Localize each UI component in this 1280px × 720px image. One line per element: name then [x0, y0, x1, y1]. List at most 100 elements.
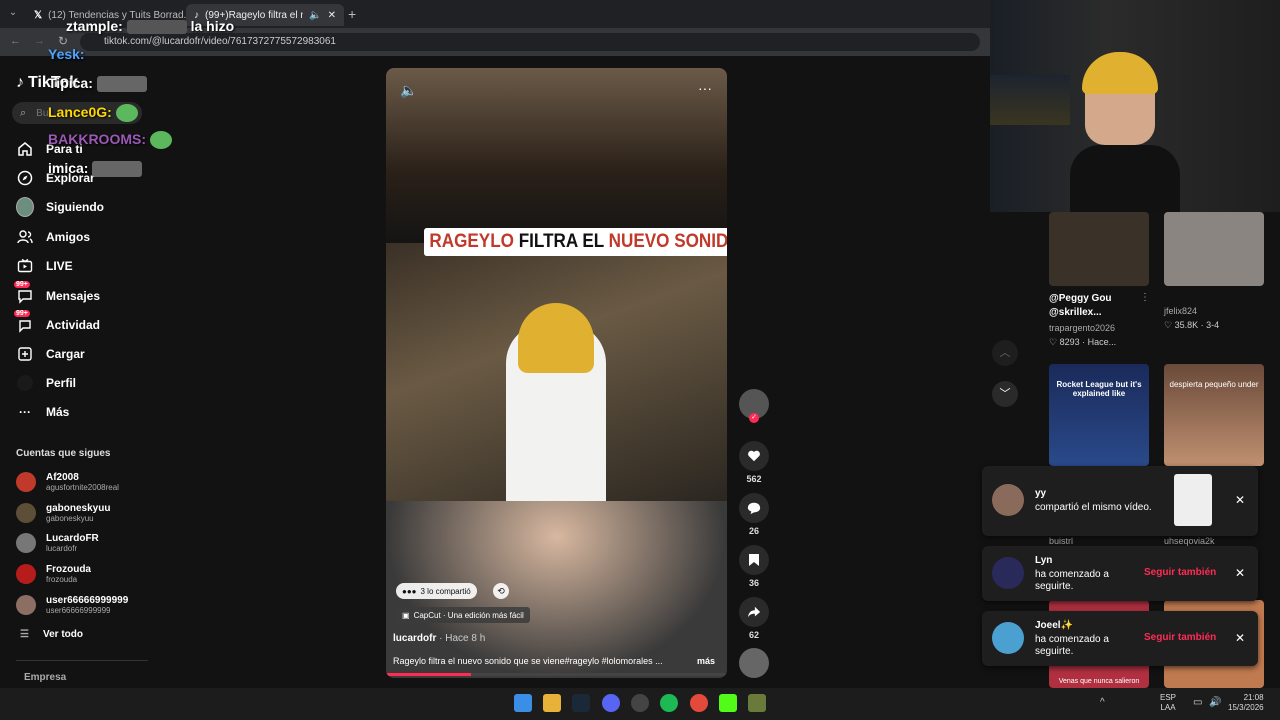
- headline-black: FILTRA EL: [513, 231, 609, 252]
- speaker-icon[interactable]: 🔈: [309, 10, 321, 21]
- close-icon[interactable]: ✕: [1235, 566, 1245, 580]
- nav-item-mensajes[interactable]: 99+ Mensajes: [14, 281, 101, 308]
- save-button[interactable]: 36: [738, 545, 770, 588]
- followed-account[interactable]: Af2008 agusfortnite2008real: [16, 469, 119, 495]
- heart-icon: [739, 441, 769, 471]
- nav-item-cargar[interactable]: Cargar: [16, 342, 85, 366]
- repost-icon[interactable]: ⟲: [493, 583, 509, 599]
- music-disc-icon: [739, 648, 769, 678]
- capcut-badge[interactable]: ▣ CapCut · Una edición más fácil: [396, 607, 530, 623]
- comment-icon: [739, 493, 769, 523]
- related-thumbnail[interactable]: despierta pequeño under: [1164, 364, 1264, 466]
- steam-icon[interactable]: [572, 694, 590, 712]
- url-text: tiktok.com/@lucardofr/video/761737277557…: [104, 36, 336, 47]
- see-all-link[interactable]: ☰ Ver todo: [20, 629, 83, 640]
- notification-badge: 99+: [14, 310, 30, 317]
- forward-arrow-icon[interactable]: →: [34, 35, 45, 47]
- spotify-icon[interactable]: [660, 694, 678, 712]
- tray-chevron-icon[interactable]: ^: [1100, 697, 1105, 708]
- notification-badge: 99+: [14, 281, 30, 288]
- account-handle: user66666999999: [46, 606, 111, 615]
- kick-icon[interactable]: [719, 694, 737, 712]
- share-button[interactable]: 62: [738, 597, 770, 640]
- url-field[interactable]: tiktok.com/@lucardofr/video/761737277557…: [80, 33, 980, 51]
- chat-emote: [149, 131, 172, 150]
- window-view: [990, 75, 1070, 125]
- nav-item-live[interactable]: LIVE: [16, 254, 73, 278]
- scroll-up-button[interactable]: ︿: [992, 340, 1018, 366]
- account-name: Af2008: [46, 472, 79, 483]
- language-indicator[interactable]: ESP LAA: [1160, 693, 1176, 713]
- app-icon[interactable]: [748, 694, 766, 712]
- related-author[interactable]: jfelix824: [1164, 306, 1197, 316]
- divider: [16, 660, 148, 661]
- related-thumbnail[interactable]: [1164, 212, 1264, 286]
- related-author[interactable]: uhseqovia2k: [1164, 536, 1215, 546]
- related-author[interactable]: trapargento2026: [1049, 323, 1115, 333]
- chat-user: Yesk:: [48, 46, 85, 62]
- capcut-icon: ▣: [402, 610, 410, 620]
- clock[interactable]: 21:08 15/3/2026: [1228, 693, 1264, 713]
- nav-item-perfil[interactable]: Perfil: [16, 371, 76, 395]
- save-count: 36: [748, 578, 759, 588]
- headline-red-1: RAGEYLO: [429, 231, 514, 252]
- volume-icon[interactable]: 🔊: [1209, 697, 1221, 708]
- progress-track[interactable]: [386, 673, 727, 676]
- network-icon[interactable]: ▭: [1193, 697, 1202, 708]
- close-icon[interactable]: ✕: [1235, 493, 1245, 507]
- follow-back-button[interactable]: Seguir también: [1144, 567, 1216, 578]
- nav-item-amigos[interactable]: Amigos: [16, 225, 90, 249]
- video-top-area: [386, 68, 727, 243]
- shared-by-badge[interactable]: ●●● 3 lo compartió: [396, 583, 477, 599]
- account-name: user66666999999: [46, 595, 129, 606]
- video-player[interactable]: RAGEYLO FILTRA EL NUEVO SONIDO 🔈 ··· ●●●…: [386, 68, 727, 678]
- video-caption: Rageylo filtra el nuevo sonido que se vi…: [393, 656, 663, 666]
- nav-item-actividad[interactable]: 99+ Actividad: [14, 310, 100, 337]
- lang-code: ESP: [1160, 693, 1177, 702]
- notification-name: Joeel✨: [1035, 620, 1074, 631]
- related-author[interactable]: buistrl: [1049, 536, 1073, 546]
- followed-account[interactable]: user66666999999 user66666999999: [16, 592, 128, 618]
- back-arrow-icon[interactable]: ←: [10, 35, 21, 47]
- related-thumbnail[interactable]: [1049, 212, 1149, 286]
- comment-button[interactable]: 26: [738, 493, 770, 536]
- related-title[interactable]: @Peggy Gou @skrillex...: [1049, 292, 1139, 320]
- sound-disc[interactable]: [738, 648, 770, 678]
- followed-account[interactable]: Frozouda frozouda: [16, 561, 91, 587]
- account-handle: gaboneskyuu: [46, 514, 94, 523]
- live-icon: [16, 257, 34, 275]
- close-icon[interactable]: ✕: [328, 10, 336, 21]
- obs-icon[interactable]: [631, 694, 649, 712]
- following-avatar-icon: [16, 197, 34, 217]
- like-button[interactable]: 562: [738, 441, 770, 484]
- file-explorer-icon[interactable]: [543, 694, 561, 712]
- chat-message: Yesk:: [48, 46, 85, 62]
- creator-avatar[interactable]: ✓: [738, 389, 770, 423]
- discord-icon[interactable]: [602, 694, 620, 712]
- volume-icon[interactable]: 🔈: [400, 82, 417, 99]
- nav-item-siguiendo[interactable]: Siguiendo: [16, 195, 104, 219]
- follow-check-icon[interactable]: ✓: [749, 413, 759, 423]
- share-icon: [739, 597, 769, 627]
- follow-back-button[interactable]: Seguir también: [1144, 632, 1216, 643]
- notification-card[interactable]: Lyn ha comenzado a seguirte. Seguir tamb…: [982, 546, 1258, 601]
- notification-card[interactable]: yy compartió el mismo vídeo. ✕: [982, 466, 1258, 536]
- followed-account[interactable]: gaboneskyuu gaboneskyuu: [16, 500, 110, 526]
- caption-more-button[interactable]: más: [697, 656, 715, 666]
- nav-label: Mensajes: [46, 289, 101, 303]
- followed-account[interactable]: LucardoFR lucardofr: [16, 530, 99, 556]
- notification-thumbnail[interactable]: [1174, 474, 1212, 526]
- video-author[interactable]: lucardofr: [393, 633, 436, 644]
- nav-item-mas[interactable]: ··· Más: [16, 400, 69, 424]
- related-thumbnail[interactable]: Rocket League but it's explained like: [1049, 364, 1149, 466]
- more-options-icon[interactable]: ⋮: [1140, 292, 1150, 303]
- chrome-icon[interactable]: [690, 694, 708, 712]
- new-tab-button[interactable]: +: [348, 6, 356, 22]
- company-link[interactable]: Empresa: [24, 672, 66, 683]
- tab-menu-chevron-icon[interactable]: ⌄: [6, 7, 20, 21]
- close-icon[interactable]: ✕: [1235, 631, 1245, 645]
- more-options-icon[interactable]: ···: [698, 80, 712, 96]
- notification-card[interactable]: Joeel✨ ha comenzado a seguirte. Seguir t…: [982, 611, 1258, 666]
- windows-start-icon[interactable]: [514, 694, 532, 712]
- scroll-down-button[interactable]: ﹀: [992, 381, 1018, 407]
